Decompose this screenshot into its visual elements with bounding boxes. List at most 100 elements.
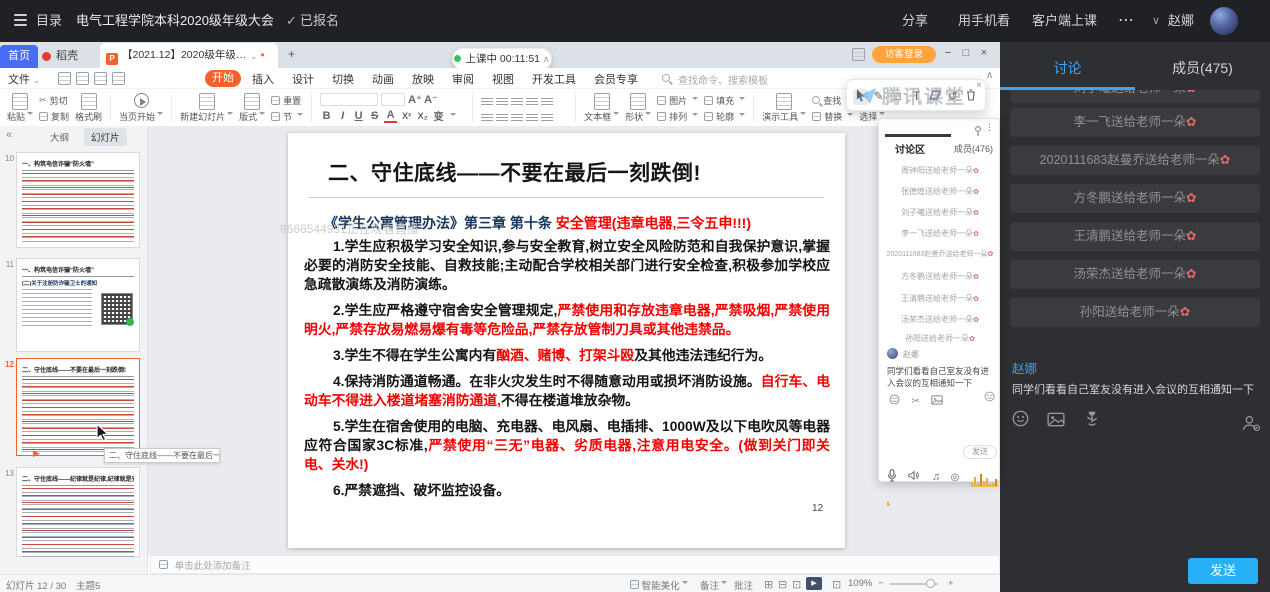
print-icon[interactable] — [76, 72, 89, 85]
speaker-icon[interactable] — [908, 470, 920, 481]
user-name[interactable]: 赵娜 — [1168, 0, 1194, 42]
phonetic-button[interactable]: 变 — [432, 108, 445, 123]
notes-bar[interactable]: 单击此处添加备注 — [150, 555, 1000, 574]
italic-button[interactable]: I — [336, 110, 349, 122]
image-icon[interactable] — [1047, 412, 1065, 427]
avatar[interactable] — [1210, 7, 1238, 35]
collapse-panel-icon[interactable]: « — [6, 129, 12, 141]
menu-icon[interactable] — [14, 15, 27, 21]
guest-login-button[interactable]: 访客登录 — [872, 46, 936, 63]
justify-icon[interactable] — [526, 112, 538, 121]
record-icon[interactable]: ◎ — [951, 472, 960, 483]
mini-tab-discussion[interactable]: 讨论区 — [895, 141, 925, 156]
font-name-select[interactable] — [320, 93, 378, 106]
chat-username[interactable]: 赵娜 — [1012, 358, 1037, 377]
undo-icon[interactable] — [94, 72, 107, 85]
fill-button[interactable]: 填充 — [704, 94, 745, 107]
music-icon[interactable]: ♫ — [932, 471, 940, 483]
underline-button[interactable]: U — [352, 110, 365, 122]
text-tool-icon[interactable]: T — [909, 89, 924, 103]
current-slide[interactable]: 二、守住底线——不要在最后一刻跌倒! 《学生公寓管理办法》第三章 第十条 安全管… — [288, 133, 845, 548]
replace-button[interactable]: 替换 — [812, 110, 853, 123]
rect-tool-icon[interactable]: □ — [890, 89, 905, 103]
menu-start[interactable]: 开始 — [205, 70, 241, 87]
slide-thumbnail-11[interactable]: 一、构筑电信诈骗“防火墙” (二)关于注册防诈骗卫士的通知 — [16, 258, 140, 352]
textbox-button[interactable]: 文本框 — [581, 92, 622, 124]
slide-thumbnail-13[interactable]: 二、守住底线——纪律就是纪律,纪律就是安全! — [16, 467, 140, 557]
comments-toggle-button[interactable]: 批注 — [734, 578, 753, 592]
font-grow-button[interactable]: A⁺ — [408, 93, 421, 106]
drag-handle[interactable] — [885, 134, 951, 137]
tab-docer[interactable]: 稻壳 — [40, 45, 78, 68]
emoji-icon-right[interactable] — [984, 391, 995, 402]
client-class-button[interactable]: 客户端上课 — [1032, 0, 1097, 42]
menu-member[interactable]: 会员专享 — [594, 71, 638, 87]
close-button[interactable]: × — [977, 47, 991, 59]
minimize-button[interactable]: − — [941, 47, 955, 59]
notes-toggle-button[interactable]: 备注 — [700, 578, 727, 592]
zoom-slider-knob[interactable] — [926, 579, 935, 588]
shape-button[interactable]: 形状 — [622, 92, 654, 124]
format-painter-button[interactable]: 格式刷 — [72, 92, 105, 124]
tab-discussion[interactable]: 讨论 — [1000, 58, 1135, 78]
superscript-button[interactable]: X² — [400, 111, 413, 121]
pin-icon[interactable] — [974, 123, 982, 141]
send-button[interactable]: 发送 — [1188, 558, 1258, 584]
tab-caret-icon[interactable]: ⌄ — [250, 51, 258, 61]
play-from-thumb-icon[interactable]: ▶ — [33, 448, 40, 459]
bold-button[interactable]: B — [320, 110, 333, 122]
undo-tool-icon[interactable]: ↺ — [945, 89, 960, 103]
indent-increase-icon[interactable] — [526, 96, 538, 105]
zoom-in-button[interactable]: + — [948, 578, 954, 589]
tab-members[interactable]: 成员(475) — [1135, 58, 1270, 78]
slide-thumbnail-12-current[interactable]: 二、守住底线——不要在最后一刻跌倒! — [16, 358, 140, 456]
annot-close-icon[interactable]: × — [976, 80, 982, 91]
subscript-button[interactable]: X₂ — [416, 111, 429, 121]
view-normal-icon[interactable]: ⊞ — [764, 578, 773, 591]
zoom-out-button[interactable]: − — [878, 578, 884, 589]
chevron-down-icon[interactable]: ∨ — [1152, 0, 1160, 42]
slide-thumbnail-10[interactable]: 一、构筑电信诈骗“防火墙” — [16, 152, 140, 248]
align-right-icon[interactable] — [511, 112, 523, 121]
fit-slide-icon[interactable]: ⊡ — [832, 578, 841, 591]
watch-on-phone-button[interactable]: 用手机看 — [958, 0, 1010, 42]
menu-insert[interactable]: 插入 — [252, 71, 274, 87]
collapse-pill-icon[interactable]: ∧ — [543, 54, 550, 64]
mini-tab-members[interactable]: 成员(476) — [954, 142, 993, 155]
cut-button[interactable]: ✂剪切 — [39, 94, 69, 107]
trash-tool-icon[interactable] — [963, 89, 978, 104]
outline-button[interactable]: 轮廓 — [704, 110, 745, 123]
distribute-icon[interactable] — [541, 112, 553, 121]
presentation-tools-button[interactable]: 演示工具 — [759, 92, 809, 124]
command-search-input[interactable]: 查找命令、搜索模板 — [678, 72, 768, 87]
teacher-only-toggle-icon[interactable] — [1242, 415, 1261, 432]
play-from-page-button[interactable]: 当页开始 — [116, 92, 166, 124]
reset-button[interactable]: 重置 — [271, 94, 303, 107]
new-slide-button[interactable]: 新建幻灯片 — [177, 92, 236, 124]
menu-design[interactable]: 设计 — [292, 71, 314, 87]
image-icon[interactable] — [931, 395, 943, 405]
numbering-icon[interactable] — [496, 96, 508, 105]
flower-gift-icon[interactable] — [1084, 410, 1100, 427]
align-left-icon[interactable] — [481, 112, 493, 121]
eraser-tool-icon[interactable] — [927, 89, 942, 103]
slideshow-play-button[interactable]: ▶ — [806, 577, 822, 590]
mini-send-button[interactable]: 发送 — [963, 445, 997, 459]
cursor-tool-icon[interactable] — [853, 89, 868, 105]
tab-home[interactable]: 首页 — [0, 45, 38, 68]
menu-transition[interactable]: 切换 — [332, 71, 354, 87]
new-tab-button[interactable]: + — [288, 47, 295, 61]
font-size-select[interactable] — [381, 93, 405, 106]
indent-decrease-icon[interactable] — [511, 96, 523, 105]
tab-outline[interactable]: 大纲 — [50, 130, 69, 144]
paste-button[interactable]: 粘贴 — [4, 92, 36, 124]
line-spacing-icon[interactable] — [541, 96, 553, 105]
zoom-level[interactable]: 109% — [848, 578, 872, 589]
redo-icon[interactable] — [112, 72, 125, 85]
more-icon[interactable]: ⋯ — [1118, 0, 1134, 42]
picture-button[interactable]: 图片 — [657, 94, 698, 107]
share-button[interactable]: 分享 — [902, 0, 928, 42]
section-button[interactable]: 节 — [271, 110, 303, 123]
maximize-button[interactable]: □ — [959, 47, 973, 59]
bullets-icon[interactable] — [481, 96, 493, 105]
